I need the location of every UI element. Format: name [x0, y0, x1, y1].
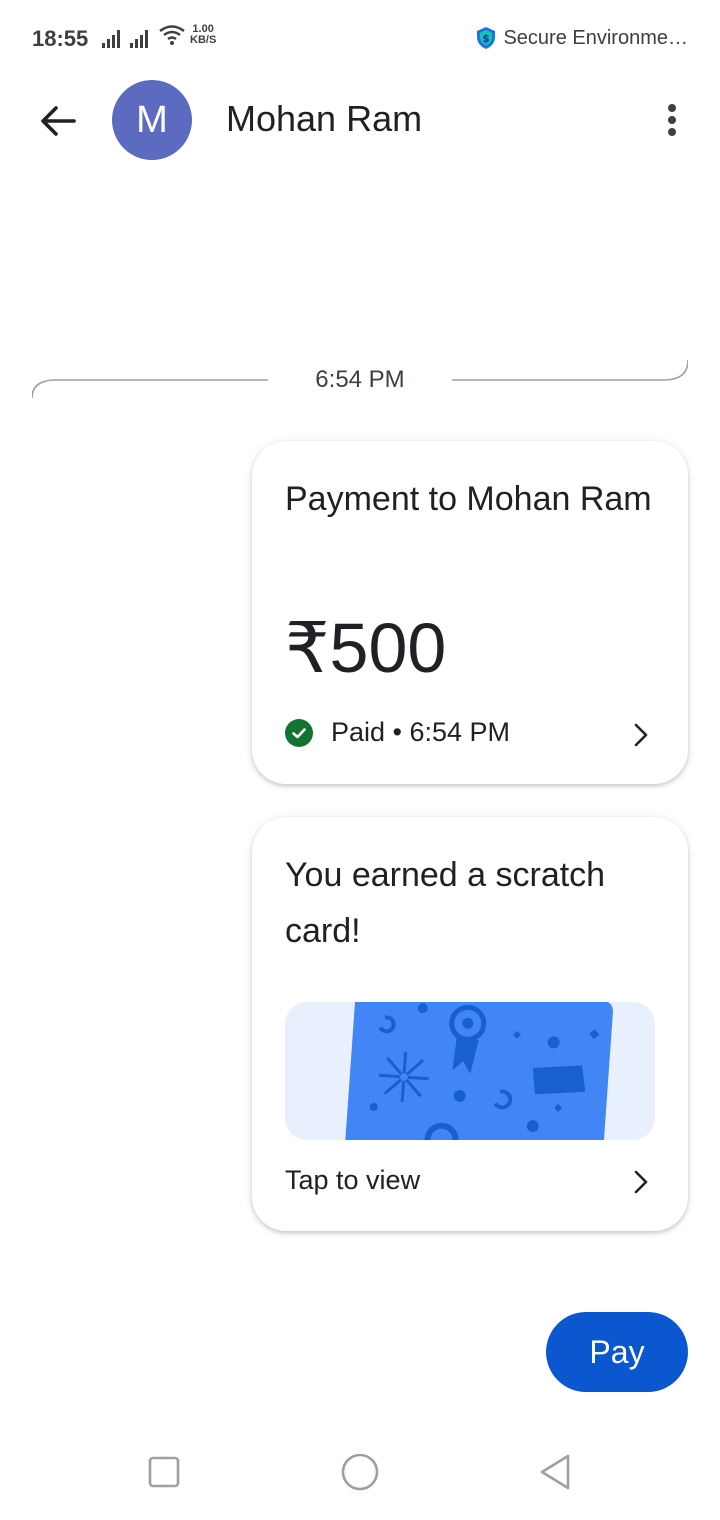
scratch-card-title: You earned a scratch card! [285, 856, 606, 950]
arrow-left-icon[interactable] [36, 100, 78, 142]
payment-title: Payment to Mohan Ram [285, 480, 652, 518]
chevron-right-icon[interactable] [632, 721, 650, 749]
network-speed-unit: KB/S [190, 34, 217, 46]
more-vert-icon[interactable] [658, 100, 686, 140]
status-bar: 18:55 1.00 KB/S $ Secure Environme… [0, 0, 720, 80]
scratch-card-preview[interactable] [285, 1002, 655, 1140]
chevron-right-icon[interactable] [632, 1168, 650, 1196]
scratch-card-action: Tap to view [285, 1165, 421, 1195]
shield-dollar-icon: $ [477, 27, 496, 49]
payment-status-text: Paid • 6:54 PM [331, 717, 511, 747]
scratch-card-image [343, 1002, 613, 1140]
payment-status: Paid • 6:54 PM [285, 717, 510, 748]
secure-label: Secure Environme… [503, 26, 688, 49]
secure-environment-indicator: $ Secure Environme… [475, 26, 688, 50]
back-triangle-icon[interactable] [534, 1450, 578, 1494]
pay-button[interactable]: Pay [546, 1312, 688, 1392]
recents-square-icon[interactable] [142, 1450, 186, 1494]
contact-name[interactable]: Mohan Ram [226, 98, 422, 140]
signal-icon [102, 28, 120, 48]
message-timestamp: 6:54 PM [315, 366, 405, 393]
scratch-card-message[interactable]: You earned a scratch card! Tap to view [252, 817, 688, 1231]
network-speed: 1.00 KB/S [190, 24, 216, 46]
wifi-icon [159, 25, 185, 45]
pay-button-label: Pay [589, 1333, 645, 1370]
timestamp-divider: 6:54 PM [32, 352, 688, 402]
svg-text:$: $ [483, 32, 491, 45]
avatar-initial: M [136, 98, 168, 141]
check-circle-icon [285, 718, 313, 747]
home-circle-icon[interactable] [338, 1450, 382, 1494]
payment-card[interactable]: Payment to Mohan Ram ₹500 Paid • 6:54 PM [252, 441, 688, 784]
status-time: 18:55 [32, 26, 89, 51]
avatar[interactable]: M [112, 80, 192, 160]
payment-amount: ₹500 [285, 609, 447, 687]
signal-icon [130, 28, 148, 48]
